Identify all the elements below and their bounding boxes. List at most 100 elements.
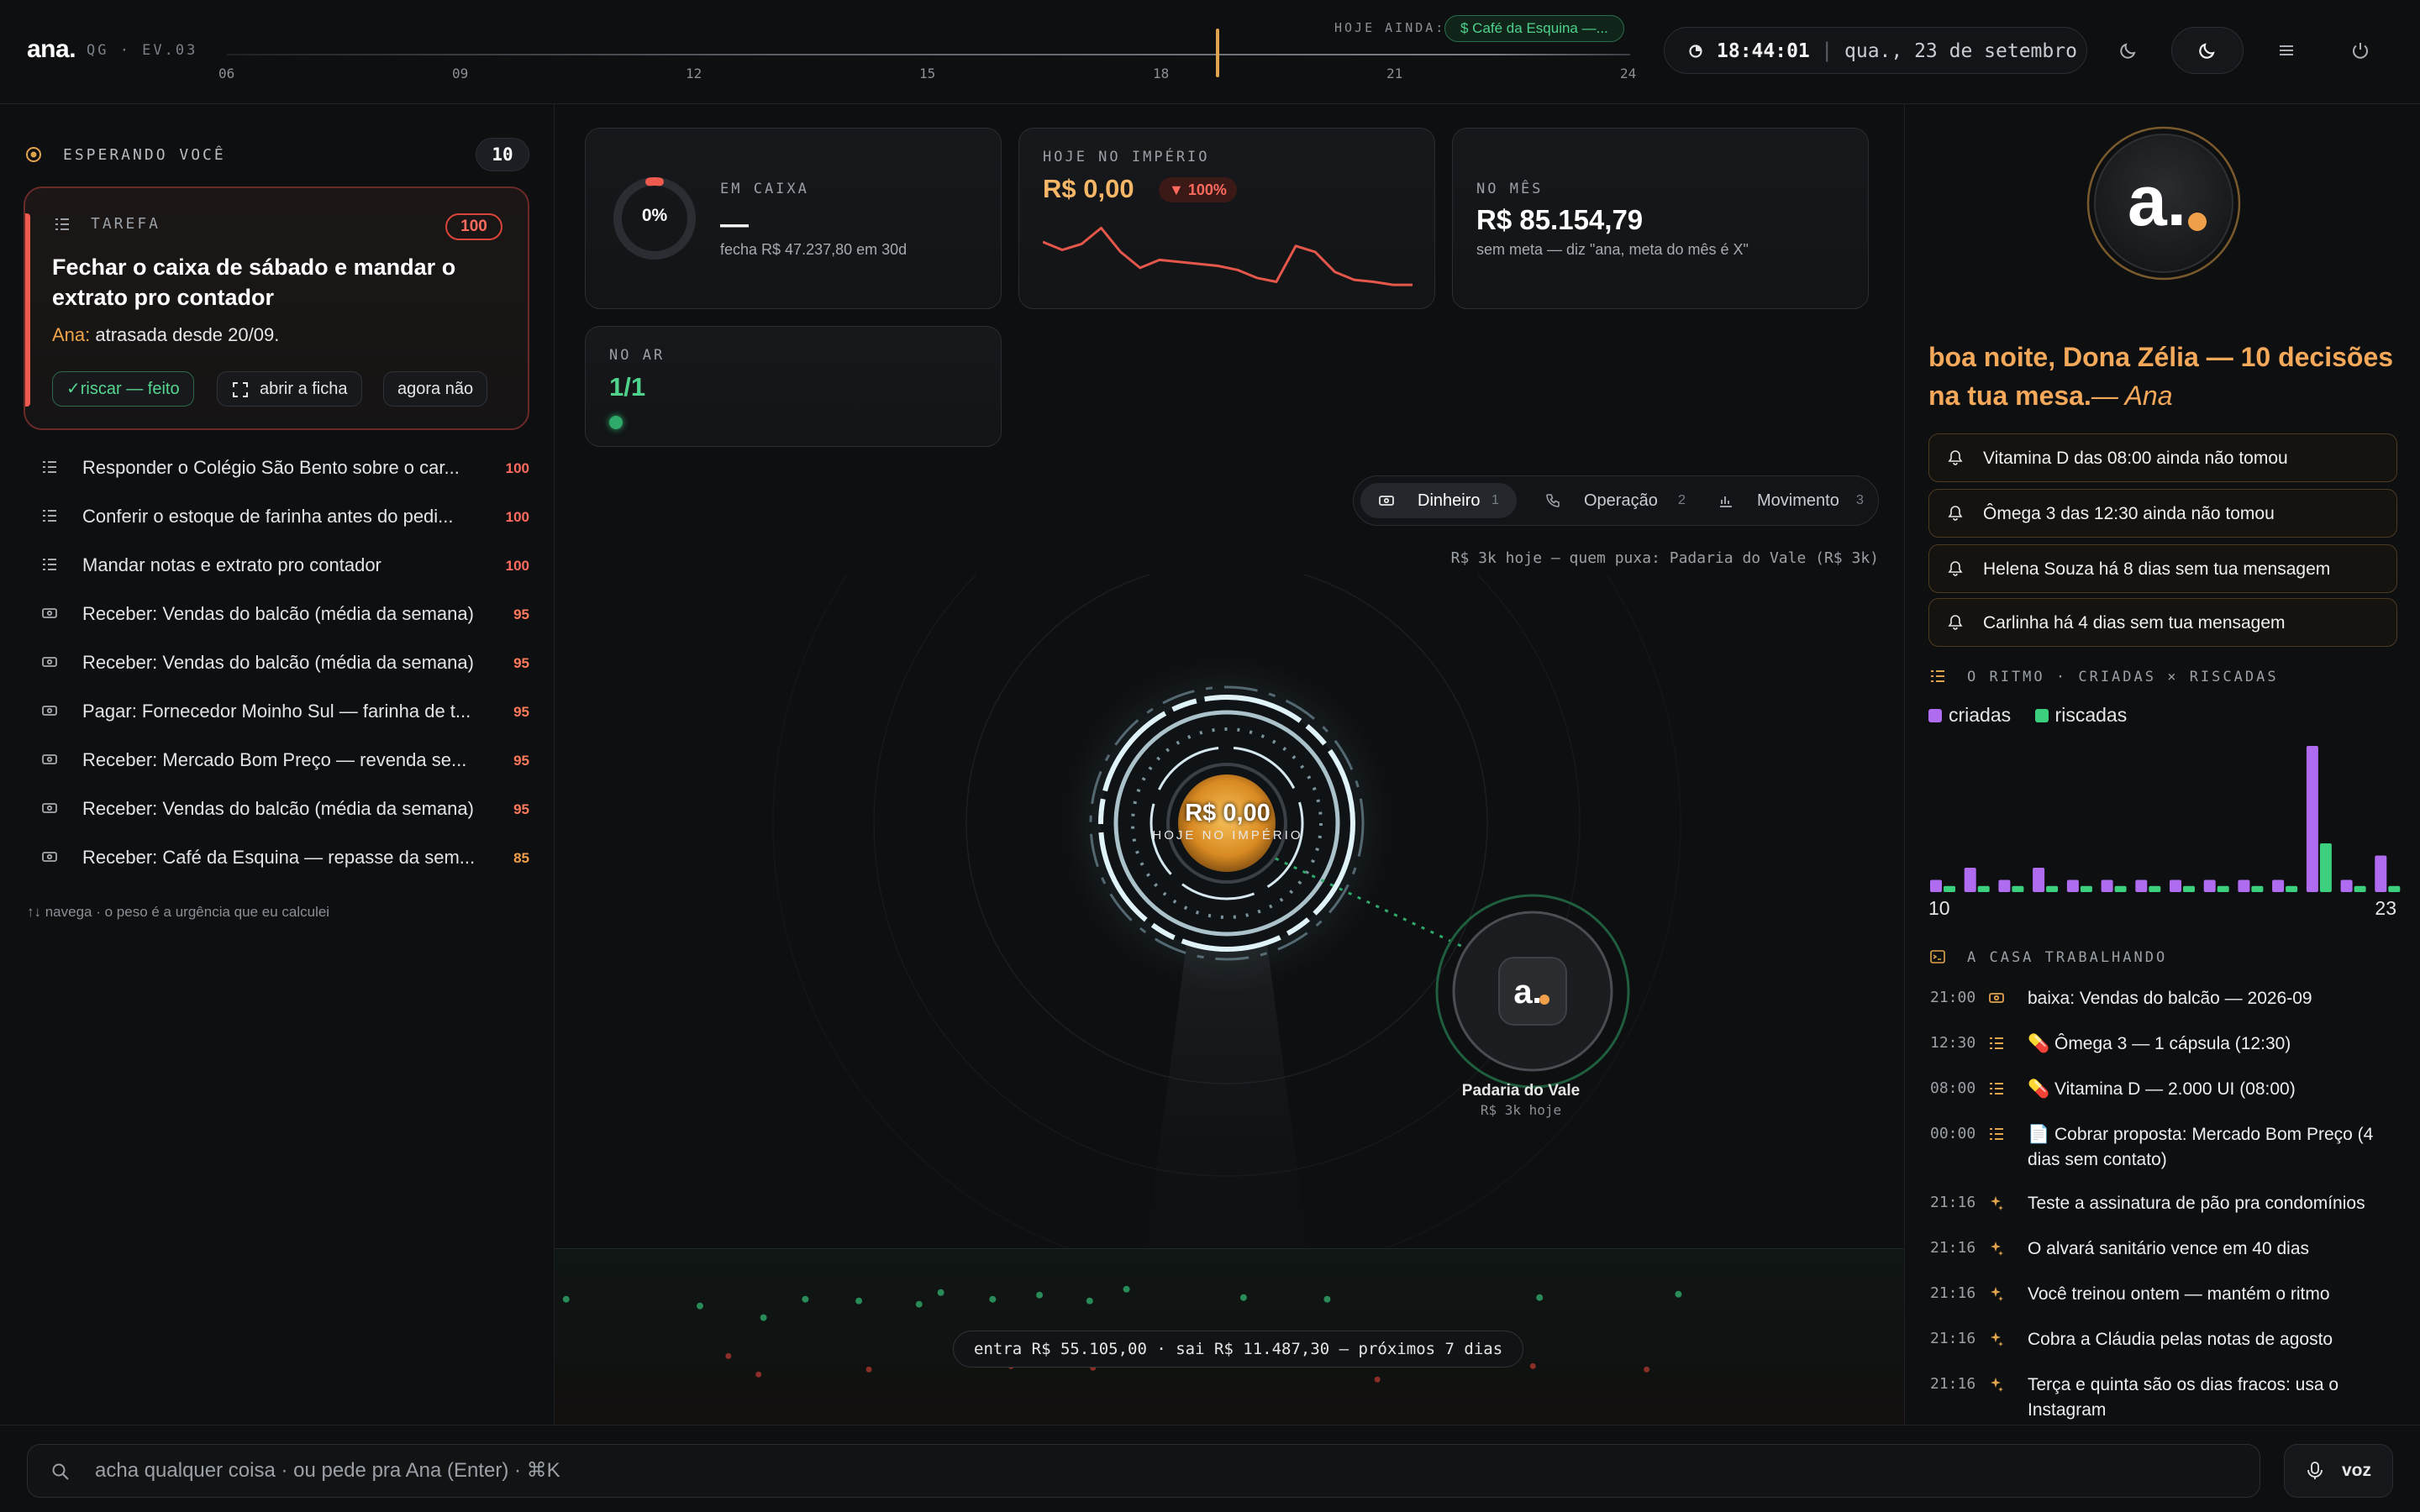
inflow-dot [915,1300,923,1308]
today-change-badge: ▼ 100% [1159,177,1237,202]
activity-item[interactable]: 08:00 💊 Vitamina D — 2.000 UI (08:00) [1930,1077,2401,1104]
activity-item[interactable]: 21:16 Terça e quinta são os dias fracos: … [1930,1373,2401,1423]
activity-item[interactable]: 12:30 💊 Ômega 3 — 1 cápsula (12:30) [1930,1032,2401,1058]
queue-item[interactable]: Receber: Vendas do balcão (média da sema… [25,638,529,687]
today-label: HOJE NO IMPÉRIO [1043,149,1210,165]
activity-item[interactable]: 21:00 baixa: Vendas do balcão — 2026-09 [1930,986,2401,1013]
clock-separator: | [1821,39,1833,62]
queue-item[interactable]: Pagar: Fornecedor Moinho Sul — farinha d… [25,687,529,736]
queue-item[interactable]: Receber: Vendas do balcão (média da sema… [25,785,529,833]
queue-item-score: 100 [505,460,529,476]
queue-item-text: Pagar: Fornecedor Moinho Sul — farinha d… [82,701,471,722]
search-box[interactable] [27,1444,2260,1498]
mark-done-button[interactable]: ✓riscar — feito [52,371,194,407]
task-queue: Responder o Colégio São Bento sobre o ca… [25,444,529,882]
not-now-button[interactable]: agora não [383,371,488,407]
queue-item-text: Receber: Café da Esquina — repasse da se… [82,847,476,868]
activity-item[interactable]: 00:00 📄 Cobrar proposta: Mercado Bom Preç… [1930,1122,2401,1173]
phone-icon [1546,494,1560,507]
bar-riscadas-23 [2388,885,2401,892]
queue-item[interactable]: Conferir o estoque de farinha antes do p… [25,492,529,541]
alert-item[interactable]: Carlinha há 4 dias sem tua mensagem [1928,598,2397,647]
kpi-month-card[interactable]: NO MÊS R$ 85.154,79 sem meta — diz "ana,… [1452,128,1869,309]
bar-criadas-18 [2203,879,2216,892]
sparkle-icon [1989,1331,2004,1347]
queue-item-score: 95 [513,801,529,817]
theme-auto-button[interactable] [2092,27,2165,74]
activity-item[interactable]: 21:16 O alvará sanitário vence em 40 dias [1930,1236,2401,1263]
queue-item-score: 100 [505,509,529,525]
tab-operacao[interactable]: Operação 2 [1527,483,1695,518]
search-icon [52,1463,69,1480]
avatar-letter: a. [2128,161,2186,240]
node-logo-dot [1539,995,1549,1005]
voice-button[interactable]: voz [2284,1444,2393,1498]
bar-riscadas-16 [2149,885,2161,892]
bar-riscadas-11 [1977,885,1990,892]
tab-dinheiro[interactable]: Dinheiro 1 [1360,483,1517,518]
activity-time: 21:16 [1930,1284,1976,1302]
kpi-cash-card[interactable]: 0% EM CAIXA — fecha R$ 47.237,80 em 30d [585,128,1002,309]
activity-text: baixa: Vendas do balcão — 2026-09 [2028,989,2312,1008]
alert-text: Carlinha há 4 dias sem tua mensagem [1983,613,2286,633]
alert-item[interactable]: Ômega 3 das 12:30 ainda não tomou [1928,489,2397,538]
bar-riscadas-18 [2217,885,2229,892]
activity-time: 21:16 [1930,1330,1976,1347]
orbit-visualization[interactable]: a. [555,575,1904,1331]
tab-label: Operação [1584,491,1658,510]
bar-criadas-12 [1998,879,2011,892]
bar-criadas-17 [2170,879,2181,892]
clock-icon [1689,45,1702,58]
activity-item[interactable]: 21:16 Você treinou ontem — mantém o ritmo [1930,1282,2401,1309]
timeline-track [227,54,1630,55]
bar-criadas-19 [2238,879,2250,892]
bar-riscadas-14 [2080,885,2092,892]
legend-created: criadas [1949,704,2012,726]
queue-item[interactable]: Responder o Colégio São Bento sobre o ca… [25,444,529,492]
task-note-author: Ana: [52,324,91,345]
kpi-online-card[interactable]: NO AR 1/1 [585,326,1002,447]
money-icon [42,703,57,718]
inflow-dot [1239,1294,1247,1301]
queue-item[interactable]: Receber: Café da Esquina — repasse da se… [25,833,529,882]
bar-criadas-20 [2272,879,2285,892]
search-input[interactable] [95,1445,2112,1497]
queue-item-text: Receber: Vendas do balcão (média da sema… [82,798,474,819]
activity-item[interactable]: 21:16 Cobra a Cláudia pelas notas de agos… [1930,1327,2401,1354]
theme-dark-button[interactable] [2171,27,2244,74]
rhythm-bar-chart[interactable] [1928,736,2407,892]
queue-item-text: Receber: Mercado Bom Preço — revenda se.… [82,749,467,770]
online-label: NO AR [609,347,666,364]
sparkle-icon [1989,1286,2004,1301]
activity-item[interactable]: 21:16 Teste a assinatura de pão pra condo… [1930,1191,2401,1218]
kpi-today-card[interactable]: HOJE NO IMPÉRIO R$ 0,00 ▼ 100% [1018,128,1435,309]
moon-filled-icon [2199,43,2215,59]
bar-riscadas-13 [2046,885,2059,892]
outflow-dot [725,1352,732,1359]
focused-task-card[interactable]: TAREFA 100 Fechar o caixa de sábado e ma… [24,186,529,430]
waiting-panel: ESPERANDO VOCÊ 10 TAREFA 100 Fechar o ca… [0,104,555,1425]
clock: 18:44:01 | qua., 23 de setembro [1664,27,2087,74]
tab-count: 3 [1856,493,1864,507]
month-value: R$ 85.154,79 [1476,204,1644,235]
legend-swatch-done [2034,709,2049,722]
alert-item[interactable]: Vitamina D das 08:00 ainda não tomou [1928,433,2397,482]
activity-text: 💊 Vitamina D — 2.000 UI (08:00) [2028,1079,2296,1099]
queue-item[interactable]: Mandar notas e extrato pro contador 100 [25,541,529,590]
task-note-text: atrasada desde 20/09. [90,324,280,345]
legend-done: riscadas [2054,704,2128,726]
queue-item[interactable]: Receber: Vendas do balcão (média da sema… [25,590,529,638]
today-upcoming-pill[interactable]: $ Café da Esquina —... [1444,15,1624,42]
waiting-title: ESPERANDO VOCÊ [63,146,226,164]
ana-avatar[interactable]: a. [2086,126,2241,281]
voice-label: voz [2342,1461,2372,1480]
open-record-button[interactable]: abrir a ficha [217,371,362,407]
alert-item[interactable]: Helena Souza há 8 dias sem tua mensagem [1928,544,2397,593]
tab-label: Dinheiro [1418,491,1481,510]
timeline-tick: 21 [1386,66,1403,81]
app-logo[interactable]: ana. [27,35,76,64]
queue-item[interactable]: Receber: Mercado Bom Preço — revenda se.… [25,736,529,785]
power-button[interactable] [2324,27,2396,74]
tab-movimento[interactable]: Movimento 3 [1700,483,1868,518]
menu-button[interactable] [2250,27,2323,74]
